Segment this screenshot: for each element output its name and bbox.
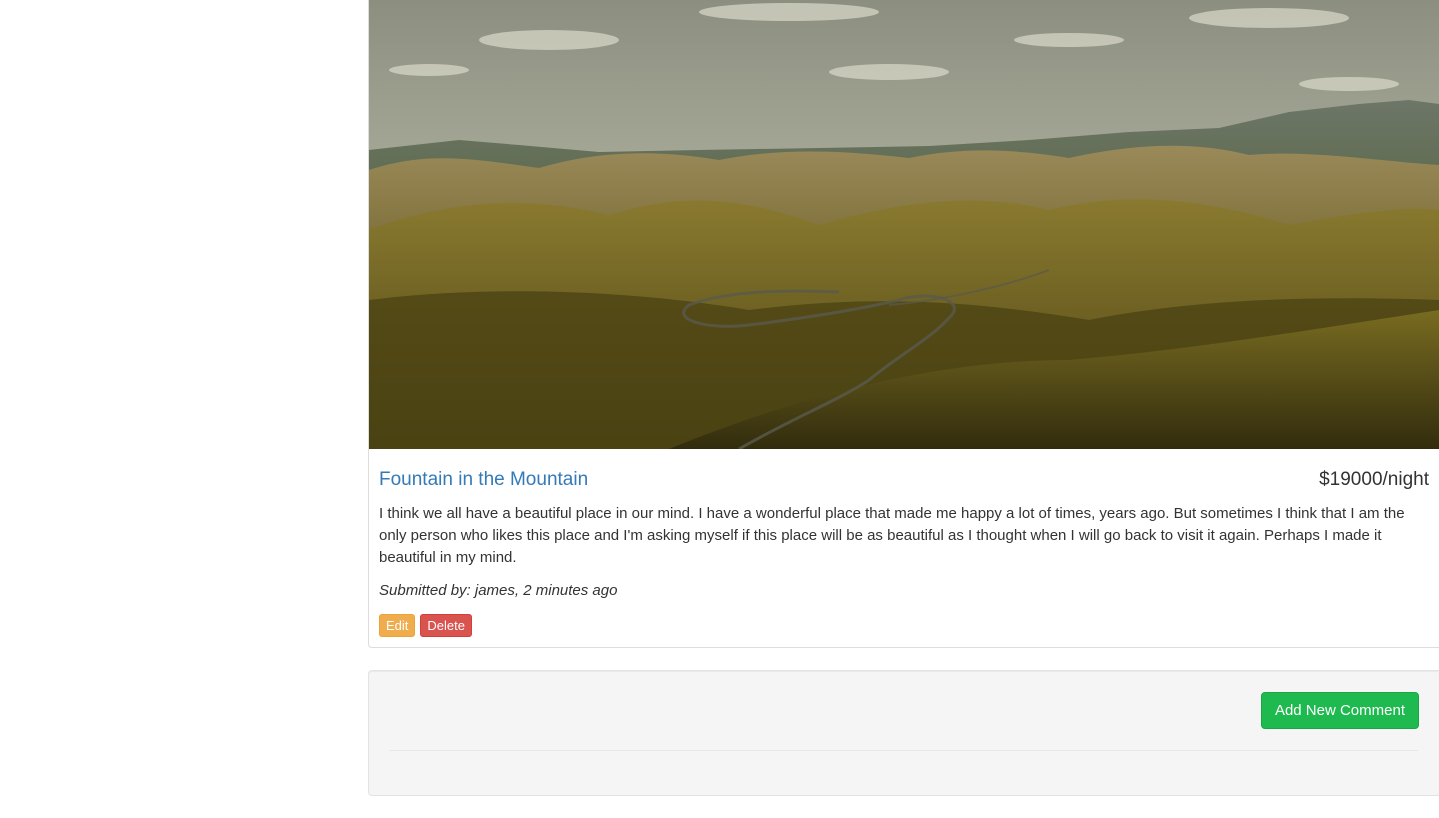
delete-button[interactable]: Delete [420,614,472,637]
campground-card: Fountain in the Mountain $19000/night I … [368,0,1439,648]
comments-divider [389,750,1418,751]
edit-button[interactable]: Edit [379,614,416,637]
campground-price: $19000/night [1319,469,1429,490]
campground-description: I think we all have a beautiful place in… [379,505,1405,566]
campground-image [369,0,1439,449]
campground-actions: Edit Delete [379,614,472,637]
add-new-comment-button[interactable]: Add New Comment [1260,692,1419,729]
campground-title-link[interactable]: Fountain in the Mountain [379,468,588,492]
submitted-by: Submitted by: james, 2 minutes ago [379,582,618,599]
comments-panel: Add New Comment [368,670,1439,796]
